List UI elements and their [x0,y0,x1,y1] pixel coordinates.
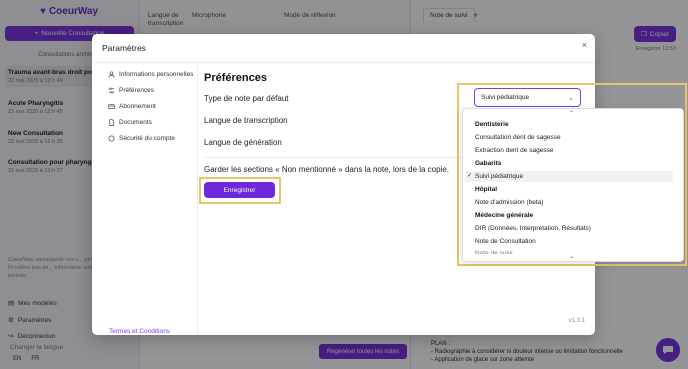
sliders-icon [108,87,115,94]
settings-nav: Informations personnelles Préférences Ab… [92,63,198,335]
version-label: v1.3.1 [568,318,585,324]
note-type-select[interactable]: Suivi pédiatrique ⌄ [474,88,581,107]
option-group-label: Dentisterie [475,121,509,128]
check-icon: ✓ [467,173,473,179]
option-group-label: Gabarits [475,160,502,167]
option-group-label: Hôpital [475,186,498,193]
dropdown-option[interactable]: Note de suivi [475,248,683,254]
dropdown-option[interactable]: Note de Consultation [475,236,683,247]
nav-account-security[interactable]: Sécurité du compte [108,135,175,142]
note-type-dropdown-menu: ⌃ Dentisterie Consultation dent de sages… [462,108,684,262]
keep-unmentioned-sections-label: Garder les sections « Non mentionné » da… [204,165,450,174]
nav-subscription[interactable]: Abonnement [108,103,156,110]
dropdown-option[interactable]: Note d'admission (beta) [475,197,683,208]
scroll-up-icon[interactable]: ⌃ [569,110,574,117]
default-note-type-label: Type de note par défaut [204,94,289,103]
dropdown-option[interactable]: Extraction dent de sagesse [475,145,683,156]
dropdown-option[interactable]: DIR (Données, Interprétation, Résultats) [475,223,683,234]
modal-title: Paramètres [102,43,146,53]
nav-documents[interactable]: Documents [108,119,152,126]
card-icon [108,104,115,109]
scroll-down-icon[interactable]: ⌄ [569,253,574,260]
generation-language-label: Langue de génération [204,138,282,147]
user-icon [108,71,115,78]
document-icon [109,119,115,126]
nav-preferences[interactable]: Préférences [108,87,154,94]
nav-personal-info[interactable]: Informations personnelles [108,71,193,78]
dropdown-option[interactable]: Consultation dent de sagesse [475,132,683,143]
save-button[interactable]: Enregistrer [204,182,275,198]
preferences-title: Préférences [204,72,267,84]
close-icon[interactable]: × [582,40,587,50]
chevron-down-icon: ⌄ [568,94,574,102]
shield-icon [108,135,115,142]
dropdown-option-selected[interactable]: ✓ Suivi pédiatrique [465,171,673,182]
transcription-language-label: Langue de transcription [204,116,288,125]
terms-link[interactable]: Termes et Conditions [109,328,170,335]
option-group-label: Médecine générale [475,212,534,219]
